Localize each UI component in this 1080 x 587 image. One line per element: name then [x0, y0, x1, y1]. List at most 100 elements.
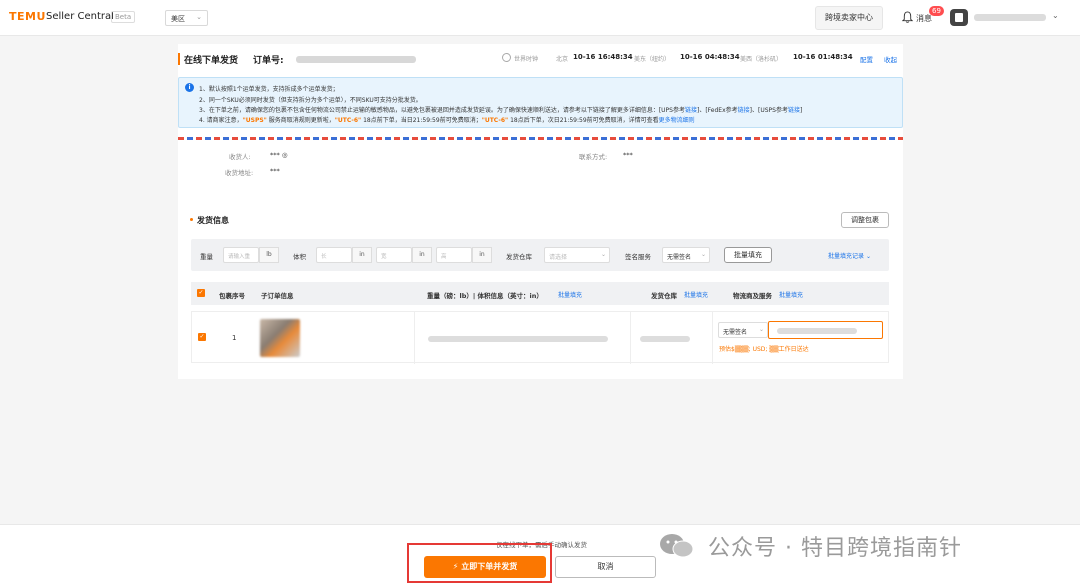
address-value: *** [270, 167, 280, 175]
watermark-text: 公众号 · 特目跨境指南针 [708, 536, 962, 561]
zone-us-east: 美东（纽约） [634, 56, 671, 63]
notice-text: 服务商取消规则更新啦， [268, 117, 335, 124]
avatar[interactable] [950, 9, 968, 26]
info-icon: i [185, 83, 194, 92]
bulk-fill-bar: 重量 请输入重 lb 体积 长 in 宽 in 高 in 发货仓库 请选择 ⌄ … [191, 239, 889, 271]
package-seq: 1 [232, 334, 237, 342]
signature-select[interactable]: 无需签名 ⌄ [662, 247, 710, 263]
wechat-icon [660, 534, 694, 558]
row-signature-value: 无需签名 [723, 329, 748, 336]
length-input[interactable]: 长 [316, 247, 352, 263]
usps-highlight: "USPS" [242, 117, 267, 124]
page-title: 在线下单发货 [184, 56, 239, 66]
notice-line-2: 2、同一个SKU必须同时发货（但支持拆分为多个运单），不同SKU可支持分批发货。 [199, 97, 422, 104]
select-all-checkbox[interactable]: ✓ [197, 289, 205, 297]
beta-badge: Beta [111, 11, 136, 23]
time-beijing: 10-16 16:48:34 [573, 53, 633, 61]
top-bar: TEMU Seller Central Beta 美区 ⌄ 跨境卖家中心 消息 … [0, 0, 1080, 36]
utc-highlight: "UTC-6" [334, 117, 362, 124]
usps-link[interactable]: 链接 [788, 107, 800, 114]
carrier-select[interactable] [768, 321, 883, 339]
collapse-link[interactable]: 收起 [884, 54, 897, 64]
warehouse-select[interactable]: 请选择 ⌄ [544, 247, 610, 263]
submit-order-button[interactable]: ⚡ 立即下单并发货 [424, 556, 546, 578]
region-select[interactable]: 美区 ⌄ [165, 10, 208, 26]
time-us-east: 10-16 04:48:34 [680, 53, 740, 61]
bulk-fill-record-link[interactable]: 批量填充记录 ⌄ [828, 251, 871, 260]
zone-us-west: 美西（洛杉矶） [740, 56, 783, 63]
row-signature-select[interactable]: 无需签名 ⌄ [718, 322, 768, 338]
delivery-estimate: 预估$▒▒▒; USD; ▒▒工作日送达 [719, 346, 809, 353]
config-link[interactable]: 配置 [860, 54, 873, 64]
temu-logo[interactable]: TEMU [9, 10, 46, 23]
warehouse-label: 发货仓库 [506, 253, 532, 261]
chevron-down-icon: ⌄ [600, 251, 606, 258]
signature-value: 无需签名 [667, 254, 692, 261]
warehouse-redacted[interactable] [640, 336, 690, 342]
cross-border-center-button[interactable]: 跨境卖家中心 [815, 6, 883, 30]
airmail-border-top [178, 137, 903, 140]
row-checkbox[interactable]: ✓ [198, 333, 206, 341]
chevron-down-icon: ⌄ [865, 253, 871, 260]
notice-text: ]、[USPS参考 [749, 107, 788, 114]
width-input[interactable]: 宽 [376, 247, 412, 263]
contact-label: 联系方式: [579, 153, 608, 161]
warehouse-bulk-fill-link[interactable]: 批量填充 [684, 290, 708, 299]
warehouse-placeholder: 请选择 [549, 254, 568, 261]
volume-label: 体积 [293, 253, 306, 261]
notice-text: 18点前下单，当日21:59:59前可免费取消； [363, 117, 482, 124]
col-sub-order: 子订单信息 [261, 292, 294, 300]
col-weight-volume: 重量（磅：lb）| 体积信息（英寸：in） [427, 292, 543, 300]
package-table-header: ✓ 包裹序号 子订单信息 重量（磅：lb）| 体积信息（英寸：in） 批量填充 … [191, 282, 889, 305]
page-header: 在线下单发货 订单号: 世界时钟 北京 10-16 16:48:34 美东（纽约… [178, 48, 903, 70]
length-unit: in [352, 247, 372, 263]
chevron-down-icon: ⌄ [196, 13, 202, 21]
bulk-fill-button[interactable]: 批量填充 [724, 247, 772, 263]
chevron-down-icon: ⌄ [700, 251, 706, 258]
carrier-bulk-fill-link[interactable]: 批量填充 [779, 290, 803, 299]
order-number-redacted [296, 56, 416, 63]
cancel-button[interactable]: 取消 [555, 556, 656, 578]
user-name-redacted[interactable] [974, 14, 1046, 21]
divider [630, 312, 631, 364]
fedex-link[interactable]: 链接 [738, 107, 750, 114]
notice-text: 3、在下单之前，请确保您的包裹不包含任何物流公司禁止运输的敏感物品，以避免包裹被… [199, 107, 685, 114]
chevron-down-icon: ⌄ [758, 326, 764, 333]
messages-badge: 69 [929, 6, 944, 16]
adjust-package-button[interactable]: 调整包裹 [841, 212, 889, 228]
height-unit: in [472, 247, 492, 263]
table-row: ✓ 1 无需签名 ⌄ 预估$▒▒▒; USD; ▒▒工作日送达 [191, 311, 889, 364]
chevron-down-icon[interactable]: ⌄ [1052, 11, 1059, 20]
region-value: 美区 [171, 15, 185, 23]
weight-unit: lb [259, 247, 279, 263]
ups-link[interactable]: 链接 [685, 107, 697, 114]
bell-icon[interactable] [902, 11, 913, 23]
notice-line-1: 1、默认按照1个运单发货，支持拆成多个运单发货； [199, 86, 339, 93]
weight-input[interactable]: 请输入重 [223, 247, 259, 263]
lightning-icon: ⚡ [452, 562, 459, 571]
dims-redacted[interactable] [428, 336, 608, 342]
height-input[interactable]: 高 [436, 247, 472, 263]
notice-banner: i 1、默认按照1个运单发货，支持拆成多个运单发货； 2、同一个SKU必须同时发… [178, 77, 903, 128]
bulk-record-text: 批量填充记录 [828, 253, 865, 260]
carrier-redacted [777, 328, 857, 334]
shipping-section: 发货信息 调整包裹 重量 请输入重 lb 体积 长 in 宽 in 高 in 发… [178, 198, 903, 378]
notice-line-4: 4. 请商家注意，"USPS" 服务商取消规则更新啦，"UTC-6" 18点前下… [199, 115, 695, 124]
address-section: 收货人: *** ◎ 联系方式: *** 收货地址: *** [178, 142, 903, 188]
utc-highlight: "UTC-6" [481, 117, 509, 124]
zone-beijing: 北京 [556, 56, 569, 63]
product-thumbnail[interactable] [260, 319, 300, 357]
divider [414, 312, 415, 364]
dims-bulk-fill-link[interactable]: 批量填充 [558, 290, 582, 299]
col-carrier: 物流商及服务 [733, 292, 772, 300]
app-title: Seller Central [46, 11, 114, 22]
width-unit: in [412, 247, 432, 263]
contact-value: *** [623, 151, 633, 159]
time-us-west: 10-16 01:48:34 [793, 53, 853, 61]
receiver-value: *** ◎ [270, 151, 288, 159]
notice-text: 4. 请商家注意， [199, 117, 243, 124]
notice-text: ]、[FedEx参考 [697, 107, 738, 114]
submit-label: 立即下单并发货 [461, 562, 518, 571]
globe-icon [502, 53, 511, 62]
logistics-rules-link[interactable]: 更多物流细则 [659, 117, 695, 124]
